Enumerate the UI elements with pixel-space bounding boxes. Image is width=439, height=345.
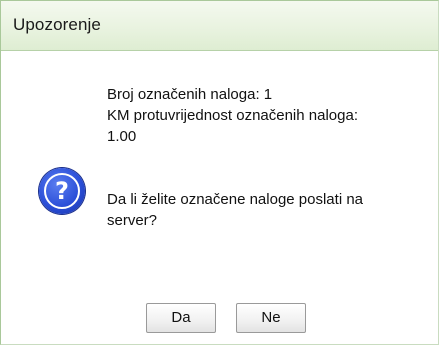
dialog-titlebar[interactable]: Upozorenje	[1, 1, 438, 51]
question-icon: ?	[39, 168, 85, 214]
selected-orders-count-text: Broj označenih naloga: 1	[107, 86, 273, 103]
km-equivalent-label: KM protuvrijednost označenih naloga:	[107, 107, 358, 124]
dialog-title: Upozorenje	[13, 15, 101, 34]
warning-dialog: Upozorenje ? Broj označenih naloga: 1 KM…	[0, 0, 439, 345]
no-button[interactable]: Ne	[236, 303, 306, 333]
confirmation-question-line1: Da li želite označene naloge poslati na	[107, 191, 364, 208]
dialog-body: ? Broj označenih naloga: 1 KM protuvrije…	[1, 51, 438, 344]
confirmation-question-line2: server?	[107, 212, 158, 229]
question-icon-glyph: ?	[55, 177, 69, 205]
yes-button[interactable]: Da	[146, 303, 216, 333]
km-equivalent-value: 1.00	[107, 128, 137, 145]
